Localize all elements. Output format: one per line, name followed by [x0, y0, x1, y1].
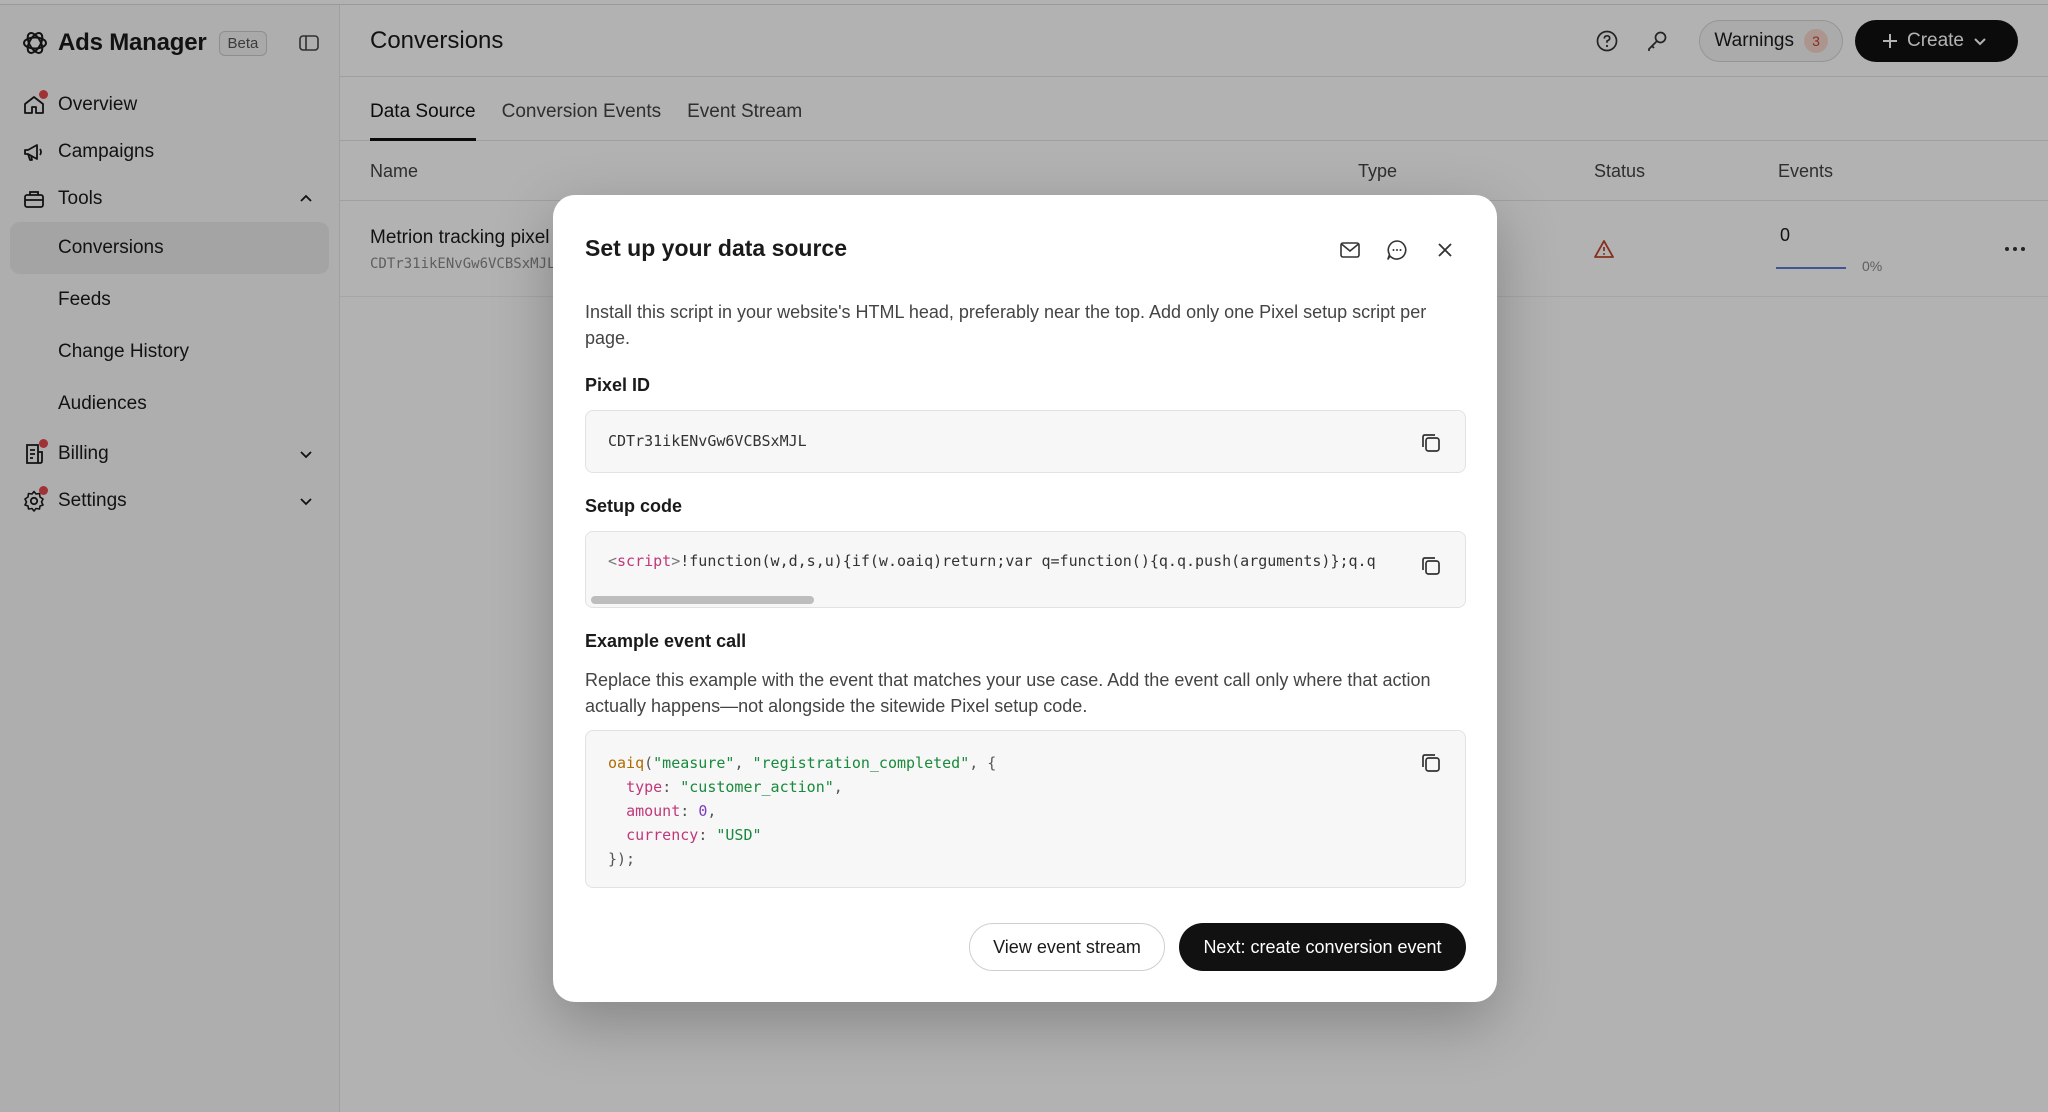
- example-event-description: Replace this example with the event that…: [585, 670, 1431, 716]
- pixel-id-value: CDTr31ikENvGw6VCBSxMJL: [608, 432, 807, 450]
- view-event-stream-button[interactable]: View event stream: [969, 923, 1165, 971]
- modal-backdrop[interactable]: Set up your data source Install this scr…: [0, 0, 2048, 1112]
- chat-icon: [1387, 240, 1407, 260]
- email-instructions-button[interactable]: [1335, 235, 1365, 265]
- example-code-field[interactable]: oaiq("measure", "registration_completed"…: [585, 730, 1466, 888]
- close-icon: [1438, 243, 1452, 257]
- chat-support-button[interactable]: [1382, 235, 1412, 265]
- pixel-id-field[interactable]: CDTr31ikENvGw6VCBSxMJL: [585, 410, 1466, 473]
- setup-data-source-dialog: Set up your data source Install this scr…: [553, 195, 1497, 1002]
- example-event-label: Example event call: [585, 631, 747, 651]
- example-code-value: oaiq("measure", "registration_completed"…: [608, 754, 997, 868]
- setup-code-value: <script>!function(w,d,s,u){if(w.oaiq)ret…: [608, 552, 1376, 570]
- mail-icon: [1340, 242, 1360, 258]
- dialog-description: Install this script in your website's HT…: [585, 302, 1427, 348]
- pixel-id-label: Pixel ID: [585, 375, 651, 395]
- setup-code-field[interactable]: <script>!function(w,d,s,u){if(w.oaiq)ret…: [585, 531, 1466, 608]
- copy-icon[interactable]: [1419, 431, 1443, 455]
- copy-icon[interactable]: [1419, 554, 1443, 578]
- close-dialog-button[interactable]: [1430, 235, 1460, 265]
- horizontal-scrollbar[interactable]: [591, 596, 814, 604]
- dialog-title: Set up your data source: [585, 235, 848, 261]
- setup-code-label: Setup code: [585, 496, 683, 516]
- copy-icon[interactable]: [1419, 751, 1443, 775]
- next-create-conversion-event-button[interactable]: Next: create conversion event: [1179, 923, 1466, 971]
